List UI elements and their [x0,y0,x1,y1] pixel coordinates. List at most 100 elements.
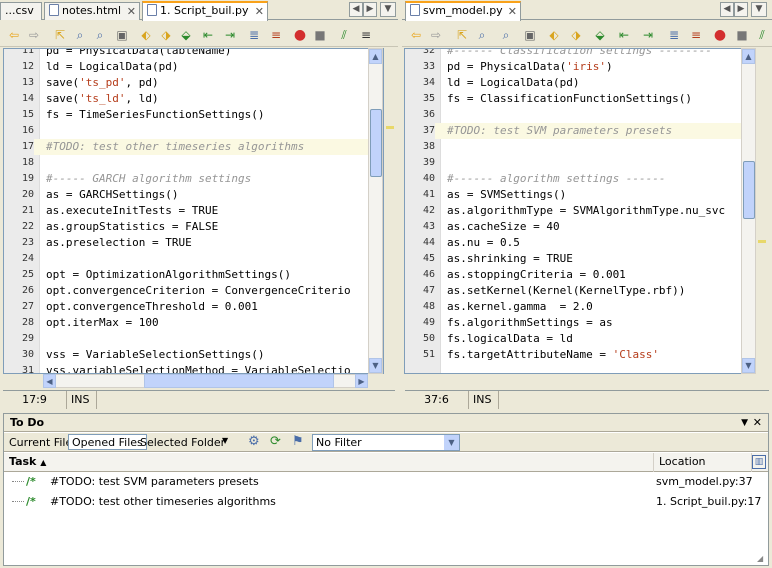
code-line[interactable]: 31 vss.variableSelectionMethod = Variable… [4,363,383,373]
previous-bookmark-icon[interactable]: ⬖ [546,27,562,43]
code-line[interactable]: 48 as.kernel.gamma = 2.0 [405,299,753,315]
location-column-header[interactable]: Location [654,453,752,472]
code-line[interactable]: 30 vss = VariableSelectionSettings() [4,347,383,363]
uncomment-icon[interactable]: ≡ [268,27,284,43]
record-macro-icon[interactable]: ● [292,27,308,43]
scope-dropdown-icon[interactable]: ▼ [222,436,228,445]
code-line[interactable]: 43 as.cacheSize = 40 [405,219,753,235]
scroll-down-icon[interactable]: ▼ [742,358,755,373]
shift-left-icon[interactable]: ⇤ [200,27,216,43]
more-tools-icon[interactable]: ≡ [358,27,374,43]
code-line[interactable]: 19 #----- GARCH algorithm settings [4,171,383,187]
column-chooser-icon[interactable]: ▥ [752,455,766,469]
find-previous-icon[interactable]: ⌕ [474,27,490,43]
code-line[interactable]: 23 as.preselection = TRUE [4,235,383,251]
shift-right-icon[interactable]: ⇥ [222,27,238,43]
code-line[interactable]: 29 [4,331,383,347]
scope-opened-files-button[interactable]: Opened Files [68,434,147,450]
stop-macro-icon[interactable]: ■ [312,27,328,43]
scroll-thumb[interactable] [743,161,755,219]
code-line[interactable]: 21 as.executeInitTests = TRUE [4,203,383,219]
code-line[interactable]: 18 [4,155,383,171]
code-line[interactable]: 47 as.setKernel(Kernel(KernelType.rbf)) [405,283,753,299]
code-line[interactable]: 11 pd = PhysicalData(tableName) [4,49,383,59]
toggle-highlight-icon[interactable]: ▣ [522,27,538,43]
code-line[interactable]: 13 save('ts_pd', pd) [4,75,383,91]
table-row[interactable]: /* #TODO: test other timeseries algorith… [4,492,768,511]
find-selection-icon[interactable]: ⇱ [52,27,68,43]
code-line[interactable]: 45 as.shrinking = TRUE [405,251,753,267]
tab-list-dropdown[interactable]: ▼ [380,2,396,17]
code-line[interactable]: 28 opt.iterMax = 100 [4,315,383,331]
code-line[interactable]: 16 [4,123,383,139]
stop-macro-icon[interactable]: ■ [734,27,750,43]
filter-select[interactable]: No Filter ▼ [312,434,460,451]
close-icon[interactable]: ✕ [508,4,517,20]
previous-bookmark-icon[interactable]: ⬖ [138,27,154,43]
tab-notes-html[interactable]: notes.html ✕ [44,2,140,20]
left-horizontal-scrollbar[interactable]: ◀ ▶ [43,374,368,388]
scroll-down-icon[interactable]: ▼ [369,358,382,373]
code-line[interactable]: 42 as.algorithmType = SVMAlgorithmType.nu… [405,203,753,219]
task-column-header[interactable]: Task ▲ [4,453,654,472]
toggle-bookmark-icon[interactable]: ⬙ [592,27,608,43]
toggle-bookmark-icon[interactable]: ⬙ [178,27,194,43]
start-macro-icon[interactable]: ⫽ [336,27,352,43]
chevron-down-icon[interactable]: ▼ [444,435,459,450]
shift-right-icon[interactable]: ⇥ [640,27,656,43]
code-line[interactable]: 46 as.stoppingCriteria = 0.001 [405,267,753,283]
code-line[interactable]: 36 [405,107,753,123]
find-previous-icon[interactable]: ⌕ [72,27,88,43]
refresh-icon[interactable]: ⟳ [270,434,286,450]
back-icon[interactable]: ⇦ [408,27,424,43]
comment-icon[interactable]: ≣ [666,27,682,43]
shift-left-icon[interactable]: ⇤ [616,27,632,43]
filter-settings-icon[interactable]: ⚙ [248,434,264,450]
forward-icon[interactable]: ⇨ [26,27,42,43]
code-line[interactable]: 34 ld = LogicalData(pd) [405,75,753,91]
scroll-thumb[interactable] [370,109,382,177]
close-icon[interactable]: ✕ [127,4,136,20]
right-code-editor[interactable]: 32 #------ Classification settings ------… [404,48,754,374]
scroll-tabs-left-button[interactable]: ◀ [720,2,734,17]
left-vertical-scrollbar[interactable]: ▲ ▼ [368,48,383,374]
forward-icon[interactable]: ⇨ [428,27,444,43]
code-line[interactable]: 37 #TODO: test SVM parameters presets [405,123,753,139]
code-line[interactable]: 44 as.nu = 0.5 [405,235,753,251]
code-line[interactable]: 32 #------ Classification settings ------… [405,49,753,59]
code-line[interactable]: 12 ld = LogicalData(pd) [4,59,383,75]
scroll-up-icon[interactable]: ▲ [369,49,382,64]
uncomment-icon[interactable]: ≡ [688,27,704,43]
tab-list-dropdown[interactable]: ▼ [751,2,767,17]
code-line[interactable]: 22 as.groupStatistics = FALSE [4,219,383,235]
scroll-tabs-right-button[interactable]: ▶ [363,2,377,17]
code-line[interactable]: 20 as = GARCHSettings() [4,187,383,203]
toggle-highlight-icon[interactable]: ▣ [114,27,130,43]
scroll-right-icon[interactable]: ▶ [355,374,368,388]
find-selection-icon[interactable]: ⇱ [454,27,470,43]
table-row[interactable]: /* #TODO: test SVM parameters presets sv… [4,472,768,491]
panel-menu-icon[interactable]: ▼ [741,414,748,432]
todo-marker[interactable] [386,126,394,129]
code-line[interactable]: 14 save('ts_ld', ld) [4,91,383,107]
tab-csv[interactable]: ...csv [0,2,42,20]
code-line[interactable]: 50 fs.logicalData = ld [405,331,753,347]
scroll-up-icon[interactable]: ▲ [742,49,755,64]
close-panel-icon[interactable]: ✕ [753,414,762,432]
code-line[interactable]: 17 #TODO: test other timeseries algorithm… [4,139,383,155]
code-line[interactable]: 33 pd = PhysicalData('iris') [405,59,753,75]
code-line[interactable]: 40 #------ algorithm settings ------ [405,171,753,187]
tab-svm-model[interactable]: svm_model.py ✕ [405,1,521,21]
horizontal-scroll-thumb[interactable] [144,374,334,388]
comment-icon[interactable]: ≣ [246,27,262,43]
code-line[interactable]: 27 opt.convergenceThreshold = 0.001 [4,299,383,315]
code-line[interactable]: 25 opt = OptimizationAlgorithmSettings() [4,267,383,283]
back-icon[interactable]: ⇦ [6,27,22,43]
tab-script-buil[interactable]: 1. Script_buil.py ✕ [142,1,268,21]
find-next-icon[interactable]: ⌕ [92,27,108,43]
left-code-editor[interactable]: 11 pd = PhysicalData(tableName) 12 ld = Log… [3,48,384,374]
right-vertical-scrollbar[interactable]: ▲ ▼ [741,48,756,374]
code-line[interactable]: 49 fs.algorithmSettings = as [405,315,753,331]
scroll-tabs-right-button[interactable]: ▶ [734,2,748,17]
code-line[interactable]: 39 [405,155,753,171]
